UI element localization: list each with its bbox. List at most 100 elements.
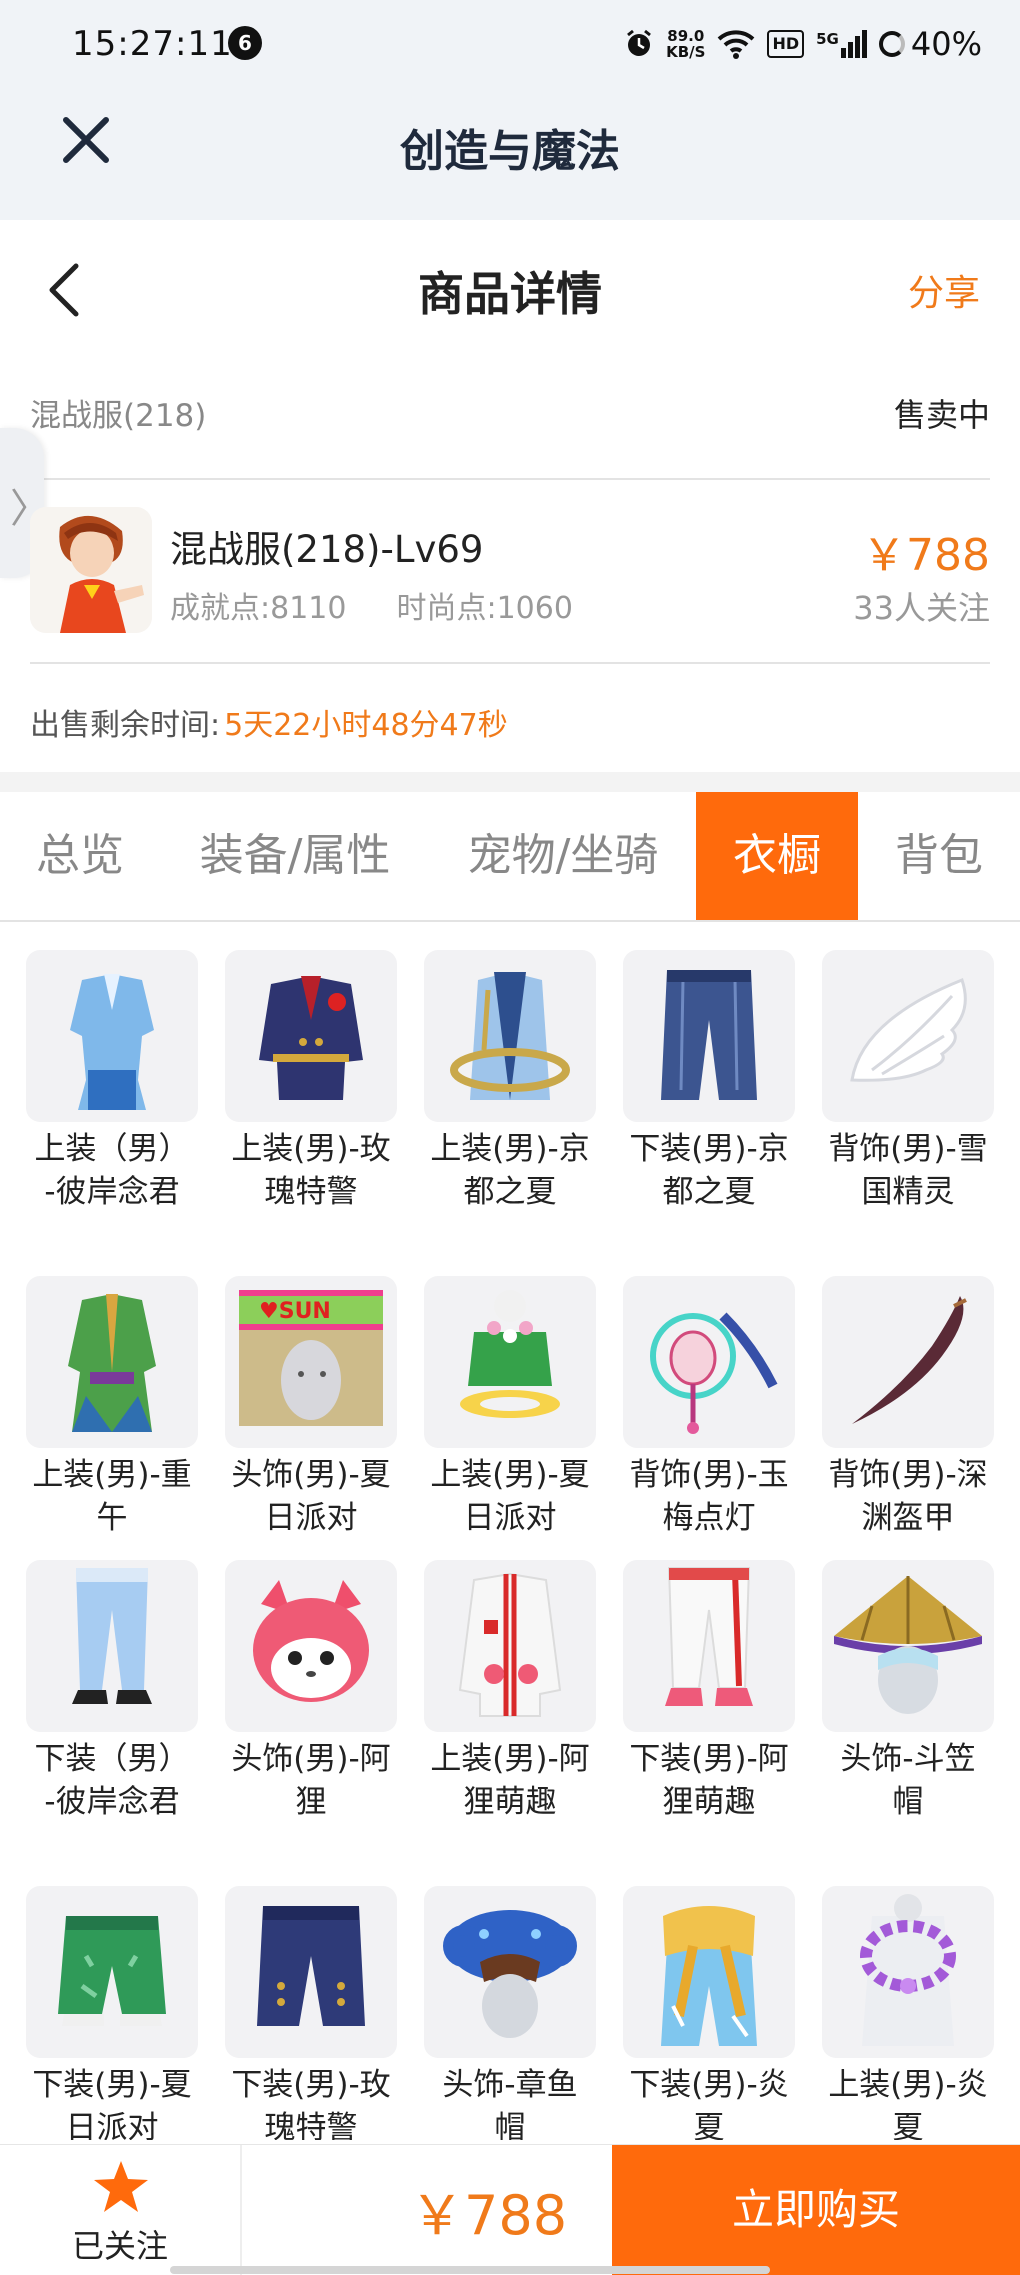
remaining-time-row: 出售剩余时间: 5天22小时48分47秒: [30, 700, 508, 744]
light-blue-top-icon: [26, 950, 198, 1122]
navy-uniform-jacket-icon: [225, 950, 397, 1122]
wardrobe-item-label: 上装(男)-阿狸萌趣: [430, 1741, 590, 1820]
lantern-icon: [623, 1276, 795, 1448]
svg-text:♥SUN: ♥SUN: [259, 1299, 331, 1324]
notification-badge: 6: [228, 26, 262, 60]
green-robe-icon: [26, 1276, 198, 1448]
wardrobe-item-label: 上装(男)-京都之夏: [430, 1131, 590, 1210]
signal-indicator: 5G: [816, 30, 867, 58]
wardrobe-item[interactable]: 下装(男)-玫瑰特警: [225, 1886, 397, 2140]
follow-button[interactable]: 已关注: [0, 2145, 242, 2275]
wardrobe-item-label: 下装(男)-阿狸萌趣: [629, 1741, 789, 1820]
server-name: 混战服(218): [30, 398, 207, 434]
follow-label: 已关注: [71, 2227, 168, 2265]
server-row: 混战服(218) 售卖中: [30, 390, 990, 440]
straw-hat-icon: ♥SUN: [225, 1276, 397, 1448]
wardrobe-item[interactable]: 上装(男)-京都之夏: [424, 950, 596, 1214]
wardrobe-item[interactable]: 上装(男)-玫瑰特警: [225, 950, 397, 1214]
wardrobe-item-label: 下装(男)-京都之夏: [629, 1131, 789, 1210]
octopus-hat-icon: [424, 1886, 596, 2058]
follower-count: 33人关注: [853, 589, 990, 627]
wardrobe-item-label: 上装(男)-炎夏: [828, 2067, 988, 2140]
network-speed: 89.0 KB/S: [666, 28, 705, 60]
star-icon: [94, 2161, 148, 2212]
wardrobe-item-label: 下装(男)-夏日派对: [32, 2067, 192, 2140]
remaining-time-value: 5天22小时48分47秒: [224, 708, 508, 743]
wardrobe-item[interactable]: 下装(男)-阿狸萌趣: [623, 1560, 795, 1824]
divider: [30, 662, 990, 664]
share-button[interactable]: 分享: [908, 264, 980, 316]
bottom-action-bar: 已关注 ￥788 立即购买: [0, 2144, 1020, 2275]
character-avatar: [30, 507, 152, 633]
wardrobe-item[interactable]: 下装(男)-夏日派对: [26, 1886, 198, 2140]
dark-blade-icon: [822, 1276, 994, 1448]
wardrobe-item-label: 头饰(男)-夏日派对: [231, 1457, 391, 1536]
wardrobe-item-label: 下装（男）-彼岸念君: [34, 1741, 190, 1820]
buy-now-button[interactable]: 立即购买: [612, 2145, 1020, 2275]
fashion-points: 时尚点:1060: [396, 591, 573, 626]
party-top-icon: [424, 1276, 596, 1448]
home-indicator[interactable]: [170, 2266, 770, 2274]
app-title: 创造与魔法: [400, 126, 620, 177]
wardrobe-item[interactable]: 上装（男）-彼岸念君: [26, 950, 198, 1214]
wardrobe-item[interactable]: 下装(男)-京都之夏: [623, 950, 795, 1214]
wardrobe-item-label: 背饰(男)-玉梅点灯: [629, 1457, 789, 1536]
wardrobe-item-label: 背饰(男)-雪国精灵: [828, 1131, 988, 1210]
wardrobe-item[interactable]: 背饰(男)-雪国精灵: [822, 950, 994, 1214]
wardrobe-item-label: 头饰(男)-阿狸: [231, 1741, 391, 1820]
light-blue-pants-icon: [26, 1560, 198, 1732]
bamboo-hat-icon: [822, 1560, 994, 1732]
wardrobe-item[interactable]: 下装(男)-炎夏: [623, 1886, 795, 2140]
status-time: 15:27:11: [72, 24, 233, 64]
app-top-area: 15:27:11 6 89.0 KB/S HD 5G 40% 创造与魔法: [0, 0, 1020, 220]
wardrobe-item[interactable]: 上装(男)-阿狸萌趣: [424, 1560, 596, 1824]
bottom-price: ￥788: [410, 2184, 568, 2247]
wardrobe-item[interactable]: 上装(男)-炎夏: [822, 1886, 994, 2140]
alarm-icon: [627, 29, 652, 56]
wardrobe-item-label: 下装(男)-玫瑰特警: [231, 2067, 391, 2140]
wardrobe-item-label: 上装（男）-彼岸念君: [34, 1131, 190, 1210]
remaining-time-label: 出售剩余时间:: [30, 708, 221, 743]
tab-backpack[interactable]: 背包: [868, 792, 1010, 920]
flower-lei-icon: [822, 1886, 994, 2058]
wardrobe-item[interactable]: 头饰(男)-阿狸: [225, 1560, 397, 1824]
tab-wardrobe[interactable]: 衣橱: [696, 792, 858, 920]
wardrobe-item[interactable]: 下装（男）-彼岸念君: [26, 1560, 198, 1824]
wardrobe-item[interactable]: ♥SUN 头饰(男)-夏日派对: [225, 1276, 397, 1540]
white-red-jacket-icon: [424, 1560, 596, 1732]
tab-pets[interactable]: 宠物/坐骑: [440, 792, 686, 920]
section-gap: [0, 772, 1020, 792]
tab-equipment[interactable]: 装备/属性: [180, 792, 410, 920]
wardrobe-item[interactable]: 上装(男)-重午: [26, 1276, 198, 1540]
achievement-points: 成就点:8110: [170, 591, 347, 626]
wardrobe-item-label: 上装(男)-玫瑰特警: [231, 1131, 391, 1210]
battery-level: 40%: [910, 25, 982, 63]
white-pants-icon: [623, 1560, 795, 1732]
wardrobe-item-label: 上装(男)-重午: [32, 1457, 192, 1536]
net-speed-unit: KB/S: [666, 43, 706, 61]
wardrobe-item[interactable]: 背饰(男)-深渊盔甲: [822, 1276, 994, 1540]
status-icons: 89.0 KB/S HD 5G 40%: [624, 22, 982, 66]
divider: [30, 478, 990, 480]
green-shorts-icon: [26, 1886, 198, 2058]
wardrobe-item[interactable]: 头饰-斗笠帽: [822, 1560, 994, 1824]
fox-head-icon: [225, 1560, 397, 1732]
page-title: 商品详情: [418, 267, 602, 321]
net-speed-value: 89.0: [667, 27, 705, 45]
battery-ring-icon: [878, 31, 905, 57]
character-name: 混战服(218)-Lv69: [170, 528, 484, 571]
kyoto-summer-top-icon: [424, 950, 596, 1122]
wardrobe-item[interactable]: 上装(男)-夏日派对: [424, 1276, 596, 1540]
wardrobe-item-label: 头饰-章鱼帽: [442, 2067, 578, 2140]
signal-bars-icon: [840, 30, 867, 58]
battery-indicator: 40%: [878, 25, 982, 63]
character-card: 混战服(218)-Lv69 成就点:8110 时尚点:1060 ￥788 33人关…: [30, 505, 990, 635]
wardrobe-item-label: 上装(男)-夏日派对: [430, 1457, 590, 1536]
white-wing-icon: [822, 950, 994, 1122]
tab-overview[interactable]: 总览: [10, 792, 150, 920]
wardrobe-item[interactable]: 背饰(男)-玉梅点灯: [623, 1276, 795, 1540]
wardrobe-item-label: 头饰-斗笠帽: [840, 1741, 976, 1820]
character-stats: 成就点:8110 时尚点:1060: [170, 583, 573, 627]
wardrobe-grid: 上装（男）-彼岸念君 上装(男)-玫瑰特警 上装(男)-京都之夏 下装(男)-京…: [0, 950, 1020, 2140]
wardrobe-item[interactable]: 头饰-章鱼帽: [424, 1886, 596, 2140]
